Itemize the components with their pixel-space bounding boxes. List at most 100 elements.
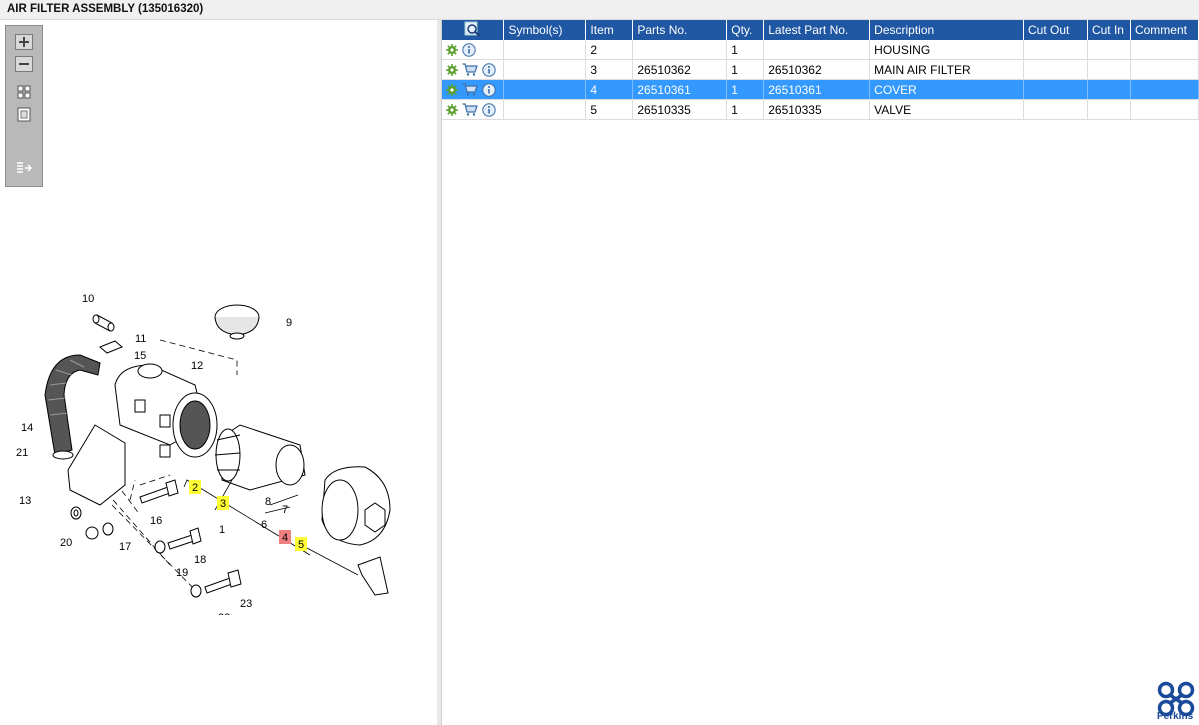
description-cell: COVER [869, 79, 1025, 100]
item-cell: 2 [585, 40, 634, 60]
cut-out-cell [1023, 40, 1088, 60]
cut-out-cell [1023, 99, 1088, 120]
callout-21[interactable]: 21 [16, 447, 28, 459]
info-icon[interactable] [462, 42, 476, 57]
info-icon[interactable] [482, 82, 496, 97]
callout-13[interactable]: 13 [19, 495, 31, 507]
callout-11[interactable]: 11 [135, 333, 146, 345]
table-row[interactable]: 2 1 HOUSING [442, 40, 1199, 60]
parts-table: Symbol(s) Item Parts No. Qty. Latest Par… [442, 20, 1199, 120]
callout-22[interactable]: 22 [218, 612, 230, 615]
comment-cell [1130, 40, 1199, 60]
column-header-search[interactable] [442, 20, 505, 40]
callout-14[interactable]: 14 [21, 422, 33, 434]
latest-part-no-cell: 26510361 [763, 79, 871, 100]
column-header-item[interactable]: Item [585, 20, 634, 40]
callout-4[interactable]: 4 [282, 532, 288, 544]
part-5-valve[interactable] [357, 556, 389, 596]
diagram-pane[interactable]: 10 9 11 15 12 14 21 13 20 17 16 18 19 22… [0, 20, 438, 725]
qty-cell: 1 [726, 59, 765, 80]
exploded-parts-diagram[interactable]: 10 9 11 15 12 14 21 13 20 17 16 18 19 22… [0, 275, 437, 615]
info-icon[interactable] [482, 62, 496, 77]
comment-cell [1130, 99, 1199, 120]
export-button[interactable] [15, 160, 33, 176]
column-header-cut-out[interactable]: Cut Out [1023, 20, 1088, 40]
column-header-qty[interactable]: Qty. [726, 20, 765, 40]
column-header-symbols[interactable]: Symbol(s) [503, 20, 587, 40]
table-header: Symbol(s) Item Parts No. Qty. Latest Par… [442, 20, 1199, 40]
callout-6[interactable]: 6 [261, 519, 267, 531]
callout-19[interactable]: 19 [176, 567, 188, 579]
symbols-cell [503, 79, 587, 100]
callout-17[interactable]: 17 [119, 541, 131, 553]
cart-icon[interactable] [462, 83, 478, 96]
comment-cell [1130, 79, 1199, 100]
gear-icon[interactable] [446, 83, 458, 96]
cut-in-cell [1087, 59, 1131, 80]
title-bar: AIR FILTER ASSEMBLY (135016320) [0, 0, 1199, 20]
part-11-clip[interactable] [99, 340, 123, 354]
description-cell: VALVE [869, 99, 1025, 120]
fit-all-button[interactable] [15, 84, 33, 100]
gear-icon[interactable] [446, 103, 458, 116]
parts-no-cell [632, 40, 728, 60]
callout-8[interactable]: 8 [265, 496, 271, 508]
cut-in-cell [1087, 79, 1131, 100]
item-cell: 5 [585, 99, 634, 120]
part-13-bracket[interactable] [67, 424, 126, 506]
callout-2[interactable]: 2 [192, 482, 198, 494]
comment-cell [1130, 59, 1199, 80]
table-row[interactable]: 3 26510362 1 26510362 MAIN AIR FILTER [442, 59, 1199, 80]
zoom-in-button[interactable] [15, 34, 33, 50]
info-icon[interactable] [482, 102, 496, 117]
item-cell: 4 [585, 79, 634, 100]
cut-in-cell [1087, 40, 1131, 60]
cart-icon[interactable] [462, 63, 478, 76]
callout-7[interactable]: 7 [282, 504, 288, 516]
part-10[interactable] [92, 314, 115, 332]
qty-cell: 1 [726, 79, 765, 100]
callout-5[interactable]: 5 [298, 539, 304, 551]
gear-icon[interactable] [446, 43, 458, 56]
brand-name: Perkins [1157, 711, 1194, 722]
qty-cell: 1 [726, 99, 765, 120]
column-header-parts-no[interactable]: Parts No. [632, 20, 728, 40]
latest-part-no-cell: 26510362 [763, 59, 871, 80]
callout-16[interactable]: 16 [150, 515, 162, 527]
callout-1[interactable]: 1 [219, 524, 225, 536]
washers [70, 506, 202, 598]
zoom-out-button[interactable] [15, 56, 33, 72]
table-row[interactable]: 5 26510335 1 26510335 VALVE [442, 99, 1199, 120]
callout-3[interactable]: 3 [220, 498, 226, 510]
parts-no-cell: 26510335 [632, 99, 728, 120]
actual-size-button[interactable] [15, 107, 33, 123]
search-icon[interactable] [464, 21, 482, 37]
callout-20[interactable]: 20 [60, 537, 72, 549]
description-cell: HOUSING [869, 40, 1025, 60]
symbols-cell [503, 40, 587, 60]
gear-icon[interactable] [446, 63, 458, 76]
column-header-latest-part-no[interactable]: Latest Part No. [763, 20, 871, 40]
callout-12[interactable]: 12 [191, 360, 203, 372]
symbols-cell [503, 59, 587, 80]
callout-18[interactable]: 18 [194, 554, 206, 566]
part-9-cap[interactable] [214, 304, 260, 340]
callout-10[interactable]: 10 [82, 293, 94, 305]
table-row[interactable]: 4 26510361 1 26510361 COVER [442, 79, 1199, 100]
column-header-description[interactable]: Description [869, 20, 1025, 40]
callout-15[interactable]: 15 [134, 350, 146, 362]
callout-9[interactable]: 9 [286, 317, 292, 329]
part-3-main-filter[interactable] [214, 424, 306, 491]
symbols-cell [503, 99, 587, 120]
cart-icon[interactable] [462, 103, 478, 116]
callout-23[interactable]: 23 [240, 598, 252, 610]
cut-in-cell [1087, 99, 1131, 120]
column-header-cut-in[interactable]: Cut In [1087, 20, 1131, 40]
item-cell: 3 [585, 59, 634, 80]
parts-list-pane: Symbol(s) Item Parts No. Qty. Latest Par… [442, 20, 1199, 725]
part-4-cover[interactable] [321, 466, 391, 546]
part-2-housing[interactable] [114, 363, 218, 458]
parts-no-cell: 26510362 [632, 59, 728, 80]
description-cell: MAIN AIR FILTER [869, 59, 1025, 80]
column-header-comment[interactable]: Comment [1130, 20, 1199, 40]
